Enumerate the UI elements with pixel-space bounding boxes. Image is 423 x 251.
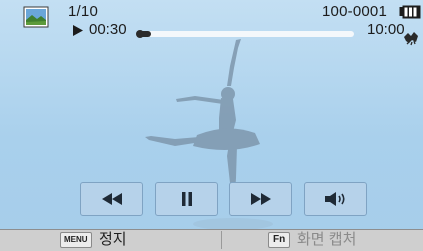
menu-key-badge[interactable]: MENU [60, 232, 92, 248]
bottom-bar-divider [221, 231, 222, 249]
stop-label[interactable]: 정지 [99, 229, 127, 251]
volume-icon [324, 192, 345, 206]
elapsed-time-row: 00:30 [72, 22, 127, 38]
total-duration: 10:00 [367, 21, 405, 38]
image-counter: 1/10 [68, 3, 98, 20]
fn-key-badge[interactable]: Fn [268, 232, 291, 248]
stabilizer-icon [404, 32, 418, 46]
screen-capture-label[interactable]: 화면 캡처 [297, 229, 356, 251]
rewind-icon [101, 193, 122, 205]
landscape-thumbnail-icon [23, 6, 49, 28]
rewind-button[interactable] [80, 182, 143, 216]
file-number: 100-0001 [322, 3, 387, 20]
play-icon [73, 24, 83, 36]
battery-full-icon [399, 5, 421, 19]
volume-button[interactable] [304, 182, 367, 216]
progress-knob[interactable] [136, 30, 144, 38]
elapsed-time: 00:30 [89, 21, 127, 38]
pause-icon [181, 192, 192, 206]
playback-progress-bar[interactable] [136, 30, 354, 38]
fast-forward-button[interactable] [229, 182, 292, 216]
fast-forward-icon [250, 193, 271, 205]
pause-button[interactable] [155, 182, 218, 216]
video-playback-screen: 1/10 00:30 100-0001 10:00 MENU 정지 Fn 화면 … [0, 0, 423, 251]
